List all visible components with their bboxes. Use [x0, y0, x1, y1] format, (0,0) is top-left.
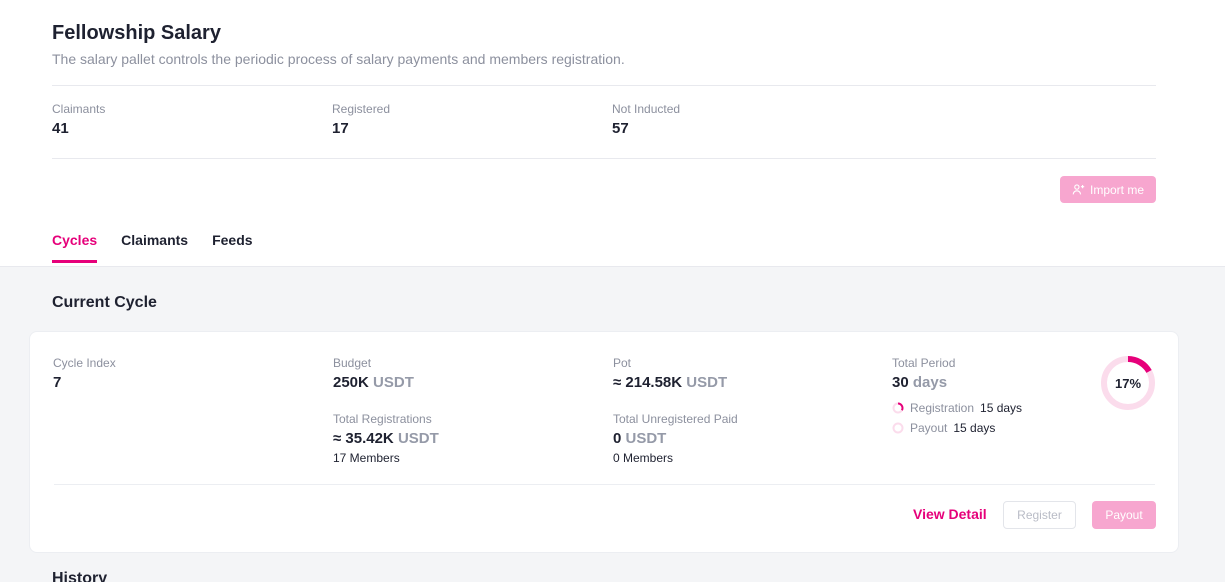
budget: Budget 250K USDT — [333, 356, 414, 391]
budget-value: 250K — [333, 374, 369, 391]
import-me-label: Import me — [1089, 182, 1144, 197]
stat-label: Not Inducted — [612, 102, 681, 116]
total-unregistered-paid-members: 0 Members — [613, 451, 674, 465]
cycle-progress-text: 17% — [1114, 375, 1142, 391]
view-detail-link[interactable]: View Detail — [913, 506, 987, 522]
pot-value: ≈ 214.58K — [613, 374, 683, 391]
stat-registered: Registered 17 — [332, 102, 390, 137]
stat-value: 57 — [612, 120, 629, 137]
total-registrations-unit: USDT — [397, 430, 439, 447]
registration-progress-icon — [892, 402, 904, 414]
divider — [52, 158, 1156, 159]
budget-amount: 250K USDT — [333, 374, 414, 391]
current-cycle-card: Cycle Index 7 Budget 250K USDT Total Reg… — [29, 331, 1179, 553]
stat-not-inducted: Not Inducted 57 — [612, 102, 680, 137]
payout-legend: Payout 15 days — [892, 421, 1022, 435]
cycle-index-label: Cycle Index — [53, 356, 116, 370]
cycle-index: Cycle Index 7 — [53, 356, 116, 391]
total-period-value: 30 — [892, 374, 909, 391]
budget-unit: USDT — [373, 374, 414, 391]
total-registrations-value: ≈ 35.42K — [333, 430, 394, 447]
page-title: Fellowship Salary — [52, 22, 221, 44]
total-period-unit: days — [912, 374, 948, 391]
total-unregistered-paid-amount: 0 USDT — [613, 430, 738, 447]
user-import-icon — [1072, 184, 1085, 195]
history-title: History — [52, 570, 108, 582]
pot: Pot ≈ 214.58K USDT — [613, 356, 727, 391]
import-me-button[interactable]: Import me — [1060, 176, 1156, 203]
tab-feeds[interactable]: Feeds — [212, 232, 252, 263]
tab-cycles[interactable]: Cycles — [52, 232, 98, 263]
stat-value: 17 — [332, 120, 349, 137]
pot-amount: ≈ 214.58K USDT — [613, 374, 727, 391]
pot-unit: USDT — [686, 374, 728, 391]
payout-button[interactable]: Payout — [1092, 501, 1156, 529]
divider — [52, 85, 1156, 86]
stat-claimants: Claimants 41 — [52, 102, 105, 137]
budget-label: Budget — [333, 356, 372, 370]
registration-value: 15 days — [980, 401, 1023, 415]
current-cycle-title: Current Cycle — [52, 294, 157, 311]
registration-label: Registration — [910, 401, 975, 415]
stat-value: 41 — [52, 120, 69, 137]
cycles-panel: Current Cycle Cycle Index 7 Budget 250K … — [0, 267, 1225, 582]
total-registrations: Total Registrations ≈ 35.42K USDT 17 Mem… — [333, 412, 439, 465]
payout-label: Payout — [910, 421, 948, 435]
register-button[interactable]: Register — [1003, 501, 1076, 529]
cycle-index-value: 7 — [53, 374, 62, 391]
stat-label: Registered — [332, 102, 391, 116]
divider — [54, 484, 1155, 485]
total-registrations-members: 17 Members — [333, 451, 400, 465]
total-registrations-label: Total Registrations — [333, 412, 432, 426]
total-unregistered-paid-unit: USDT — [625, 430, 667, 447]
total-period-label: Total Period — [892, 356, 956, 370]
total-unregistered-paid-label: Total Unregistered Paid — [613, 412, 738, 426]
page-subtitle: The salary pallet controls the periodic … — [52, 51, 625, 67]
total-unregistered-paid: Total Unregistered Paid 0 USDT 0 Members — [613, 412, 738, 465]
page-header-area: Fellowship Salary The salary pallet cont… — [0, 0, 1225, 267]
tab-claimants[interactable]: Claimants — [121, 232, 188, 263]
total-unregistered-paid-value: 0 — [613, 430, 622, 447]
stat-label: Claimants — [52, 102, 106, 116]
registration-legend: Registration 15 days — [892, 401, 1022, 415]
total-period-amount: 30 days — [892, 374, 1022, 391]
payout-progress-icon — [892, 422, 904, 434]
total-period: Total Period 30 days Registration 15 day… — [892, 356, 1022, 435]
pot-label: Pot — [613, 356, 632, 370]
total-registrations-amount: ≈ 35.42K USDT — [333, 430, 439, 447]
payout-value: 15 days — [953, 421, 996, 435]
tab-bar: Cycles Claimants Feeds — [52, 232, 253, 263]
